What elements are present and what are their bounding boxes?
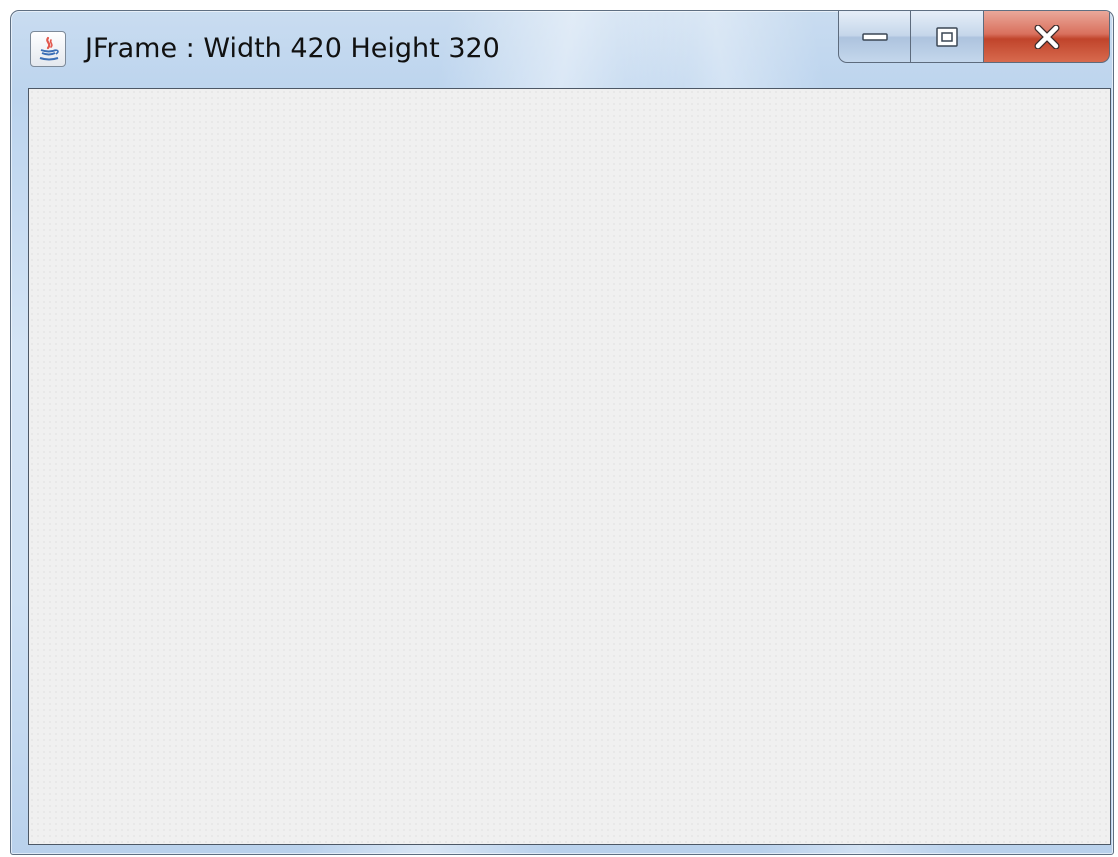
- content-pane[interactable]: [28, 88, 1111, 845]
- minimize-button[interactable]: [838, 11, 911, 63]
- close-button[interactable]: [984, 11, 1110, 63]
- close-icon: [1034, 24, 1059, 49]
- minimize-icon: [861, 32, 888, 41]
- window-title: JFrame : Width 420 Height 320: [85, 33, 500, 64]
- maximize-icon: [936, 26, 958, 47]
- java-cup-icon[interactable]: [30, 31, 66, 67]
- maximize-button[interactable]: [911, 11, 984, 63]
- caption-buttons: [838, 11, 1110, 63]
- jframe-window: JFrame : Width 420 Height 320: [10, 10, 1114, 855]
- title-bar[interactable]: JFrame : Width 420 Height 320: [11, 11, 1113, 89]
